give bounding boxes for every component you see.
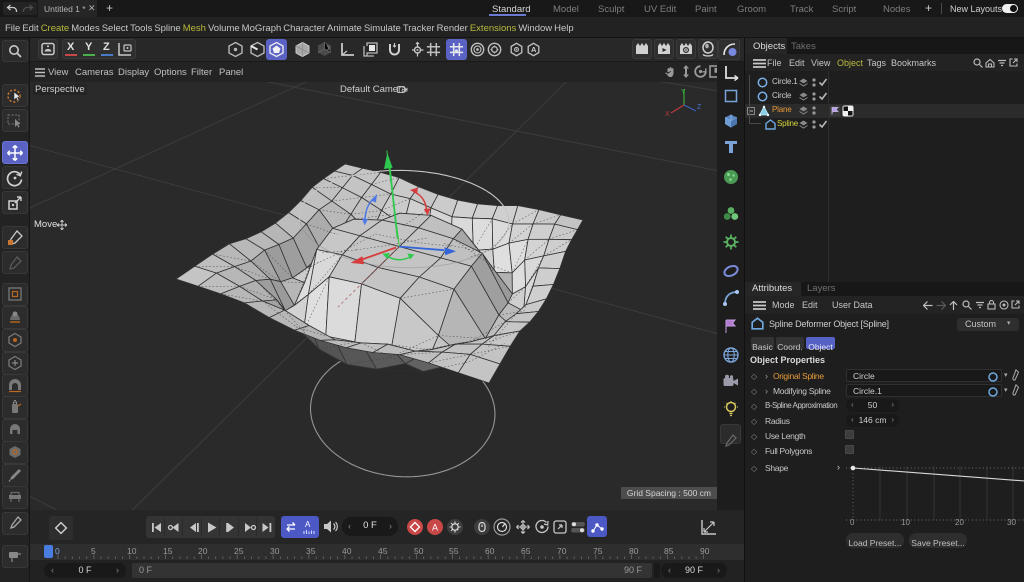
- svg-text:A: A: [432, 523, 438, 533]
- svg-text:A: A: [305, 520, 311, 529]
- svg-text:X: X: [665, 111, 670, 118]
- svg-text:Y: Y: [681, 89, 686, 96]
- svg-text:A: A: [531, 45, 537, 54]
- svg-text:Z: Z: [697, 104, 702, 111]
